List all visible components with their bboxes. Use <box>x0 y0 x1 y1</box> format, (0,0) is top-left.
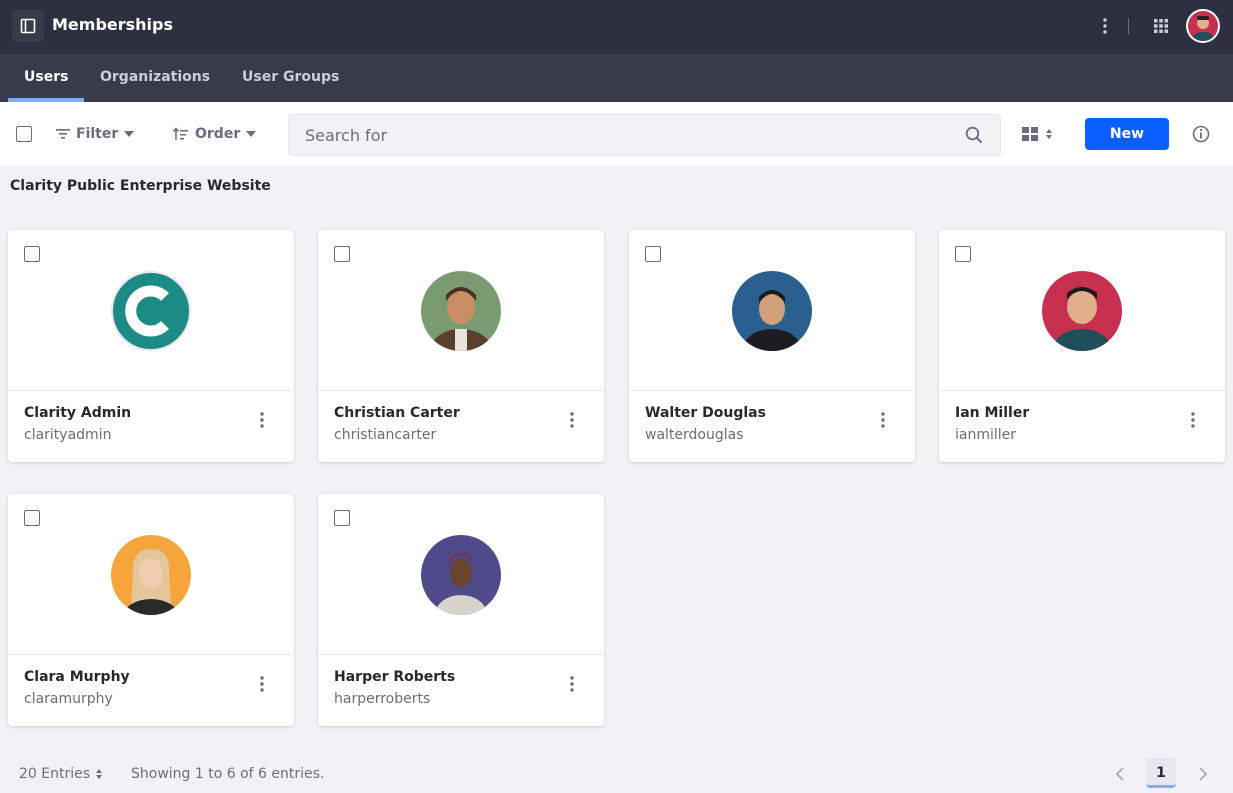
card-image-area <box>8 230 294 391</box>
card-actions-icon[interactable] <box>560 408 584 432</box>
site-name-heading: Clarity Public Enterprise Website <box>10 178 271 194</box>
display-style-dropdown[interactable] <box>1022 124 1062 144</box>
card-checkbox[interactable] <box>334 246 350 262</box>
pagination-results: Showing 1 to 6 of 6 entries. <box>131 766 325 782</box>
user-name[interactable]: Christian Carter <box>334 405 460 421</box>
card-actions-icon[interactable] <box>250 408 274 432</box>
user-screen-name: harperroberts <box>334 691 431 707</box>
card-checkbox[interactable] <box>24 510 40 526</box>
user-name[interactable]: Ian Miller <box>955 405 1029 421</box>
filter-dropdown[interactable]: Filter <box>56 124 135 144</box>
user-portrait <box>421 271 501 351</box>
card-checkbox[interactable] <box>334 510 350 526</box>
tab-user-groups[interactable]: User Groups <box>226 54 355 102</box>
card-checkbox[interactable] <box>24 246 40 262</box>
user-screen-name: claramurphy <box>24 691 113 707</box>
sidebar-panel-icon[interactable] <box>12 10 44 42</box>
management-toolbar: Filter Order <box>0 102 1233 166</box>
pagination-page-1[interactable]: 1 <box>1146 758 1176 788</box>
sort-icon <box>173 127 188 140</box>
order-label: Order <box>195 126 241 142</box>
user-name[interactable]: Harper Roberts <box>334 669 455 685</box>
navigation-tabs: Users Organizations User Groups <box>0 54 1233 102</box>
user-portrait <box>1042 271 1122 351</box>
search-box <box>288 114 1001 156</box>
order-dropdown[interactable]: Order <box>173 124 257 144</box>
card-actions-icon[interactable] <box>560 672 584 696</box>
chevron-right-icon[interactable] <box>1193 764 1213 784</box>
user-screen-name: ianmiller <box>955 427 1017 443</box>
user-portrait <box>732 271 812 351</box>
tab-users[interactable]: Users <box>8 54 85 102</box>
user-avatar[interactable] <box>1186 9 1220 43</box>
header-divider <box>1128 18 1129 34</box>
card-checkbox[interactable] <box>645 246 661 262</box>
user-card[interactable]: Clarity Admin clarityadmin <box>8 230 294 462</box>
page-title: Memberships <box>52 15 174 34</box>
entries-per-page-dropdown[interactable]: 20 Entries <box>19 766 103 782</box>
card-actions-icon[interactable] <box>871 408 895 432</box>
caret-double-icon <box>1046 129 1052 139</box>
card-image-area <box>318 494 604 655</box>
select-all-checkbox[interactable] <box>16 126 32 142</box>
search-input[interactable] <box>289 115 949 155</box>
user-name[interactable]: Clarity Admin <box>24 405 131 421</box>
clarity-logo-icon <box>111 271 191 351</box>
search-icon[interactable] <box>965 126 983 144</box>
card-image-area <box>629 230 915 391</box>
new-button[interactable]: New <box>1085 118 1169 150</box>
caret-down-icon <box>246 131 257 137</box>
entries-label: 20 Entries <box>19 766 91 782</box>
user-screen-name: christiancarter <box>334 427 437 443</box>
top-header: Memberships <box>0 0 1233 54</box>
card-image-area <box>8 494 294 655</box>
tab-organizations[interactable]: Organizations <box>84 54 226 102</box>
user-portrait <box>421 535 501 615</box>
options-menu-icon[interactable] <box>1093 14 1117 38</box>
user-screen-name: clarityadmin <box>24 427 112 443</box>
card-image-area <box>939 230 1225 391</box>
filter-icon <box>56 129 70 139</box>
card-image-area <box>318 230 604 391</box>
card-checkbox[interactable] <box>955 246 971 262</box>
card-actions-icon[interactable] <box>1181 408 1205 432</box>
caret-down-icon <box>124 131 135 137</box>
user-card[interactable]: Christian Carter christiancarter <box>318 230 604 462</box>
cards-view-icon <box>1022 127 1038 141</box>
user-portrait <box>111 535 191 615</box>
user-screen-name: walterdouglas <box>645 427 744 443</box>
applications-grid-icon[interactable] <box>1149 14 1173 38</box>
user-card[interactable]: Walter Douglas walterdouglas <box>629 230 915 462</box>
card-actions-icon[interactable] <box>250 672 274 696</box>
info-icon[interactable] <box>1191 124 1211 144</box>
user-name[interactable]: Clara Murphy <box>24 669 130 685</box>
user-card[interactable]: Clara Murphy claramurphy <box>8 494 294 726</box>
user-card[interactable]: Harper Roberts harperroberts <box>318 494 604 726</box>
caret-double-icon <box>96 769 103 779</box>
chevron-left-icon[interactable] <box>1110 764 1130 784</box>
user-card[interactable]: Ian Miller ianmiller <box>939 230 1225 462</box>
filter-label: Filter <box>76 126 119 142</box>
user-name[interactable]: Walter Douglas <box>645 405 766 421</box>
